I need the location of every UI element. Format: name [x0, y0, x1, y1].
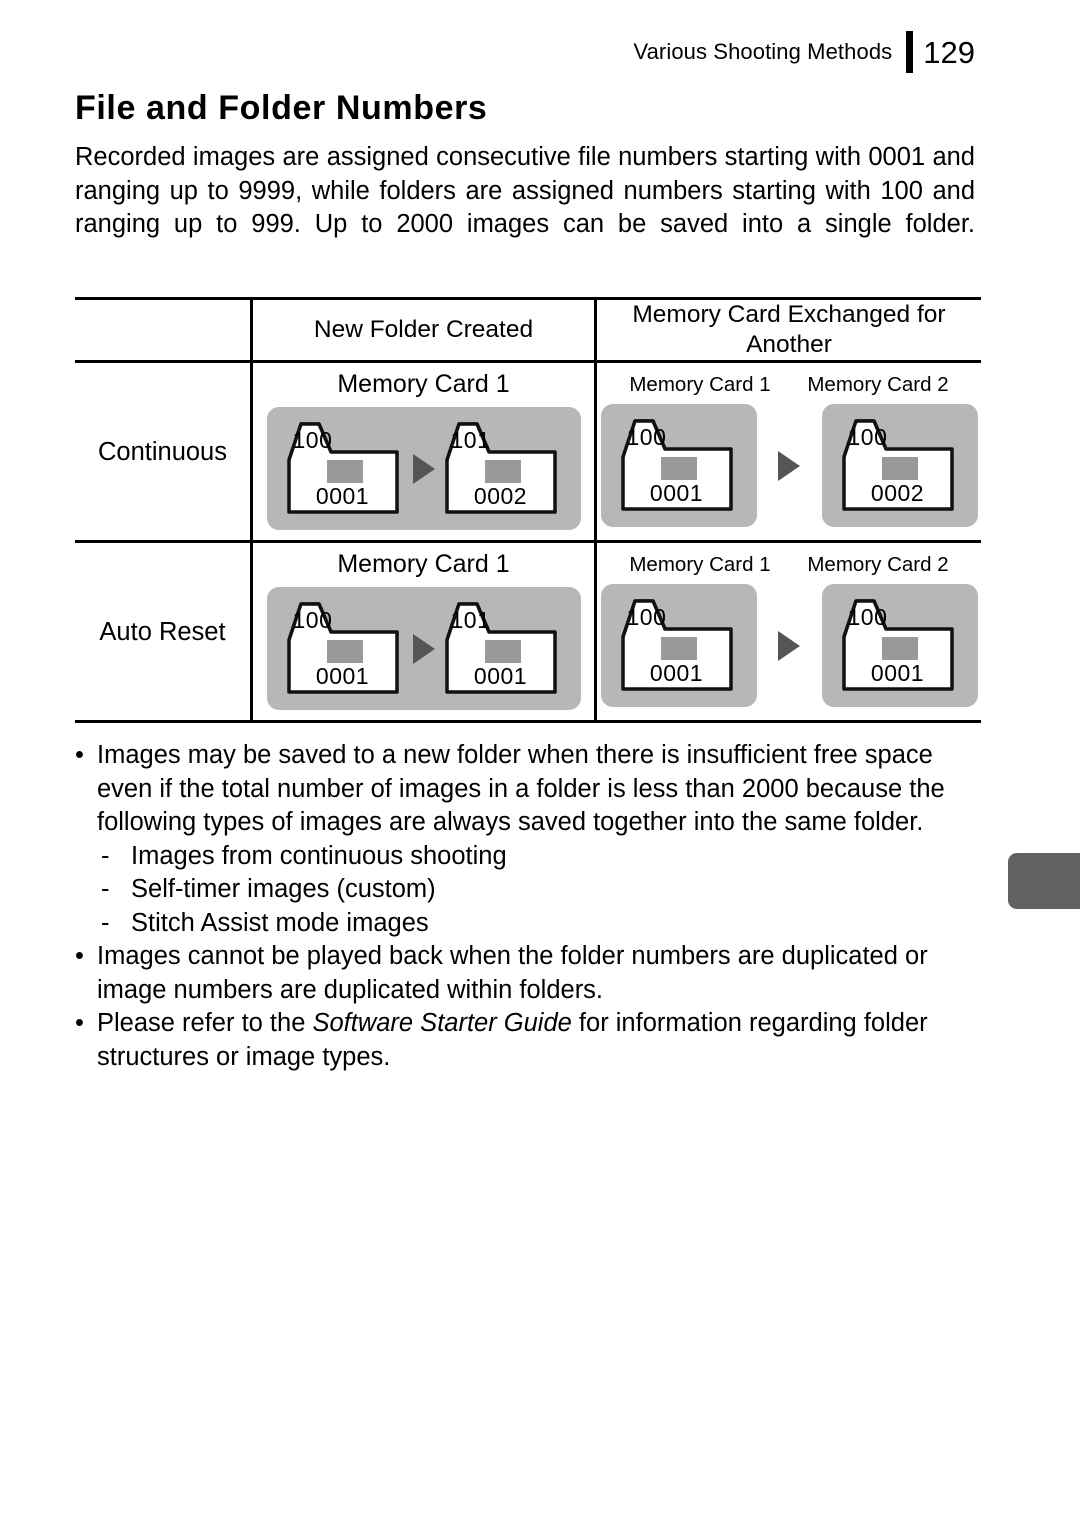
dash-marker-icon: - — [101, 841, 110, 870]
bullet-marker-icon: • — [75, 1009, 84, 1038]
list-item: - Images from continuous shooting — [75, 840, 975, 874]
file-number-label: 0001 — [473, 663, 528, 690]
list-item: - Self-timer images (custom) — [75, 873, 975, 907]
notes-list: • Images may be saved to a new folder wh… — [75, 739, 975, 1074]
folder-diagram-panel: 100 0001 — [600, 404, 757, 528]
chapter-edge-tab — [1008, 853, 1080, 909]
header-divider-rule — [906, 31, 914, 73]
folder-icon: 101 0001 — [443, 600, 563, 697]
guide-reference-title: Software Starter Guide — [312, 1009, 572, 1038]
note-subtext: Stitch Assist mode images — [131, 908, 429, 937]
header-section-title: Various Shooting Methods — [633, 39, 893, 64]
image-thumbnail-icon — [660, 457, 697, 481]
image-thumbnail-icon — [326, 460, 363, 484]
arrow-right-icon — [778, 450, 800, 481]
row-label-continuous: Continuous — [75, 360, 252, 544]
image-thumbnail-icon — [484, 460, 521, 484]
folder-icon: 100 0001 — [840, 597, 960, 694]
sub-head-memory-card: Memory Card 1 — [337, 370, 510, 399]
folder-diagram-panel: 100 0002 — [821, 404, 978, 528]
folder-number-label: 100 — [292, 427, 333, 454]
file-number-label: 0002 — [870, 480, 925, 507]
folder-number-label: 100 — [847, 424, 888, 451]
image-thumbnail-icon — [660, 637, 697, 661]
folder-number-label: 100 — [626, 604, 667, 631]
sub-head-memory-card-right: Memory Card 2 — [807, 373, 949, 397]
bullet-marker-icon: • — [75, 741, 84, 770]
cell-continuous-new-folder: Memory Card 1 100 0001 101 0002 — [250, 360, 596, 544]
dash-marker-icon: - — [101, 875, 110, 904]
table-row: Continuous Memory Card 1 100 0001 101 00… — [75, 360, 981, 544]
note-text-with-reference: Please refer to the Software Starter Gui… — [97, 1007, 975, 1074]
table-header-row: New Folder Created Memory Card Exchanged… — [75, 297, 981, 364]
list-item: • Images cannot be played back when the … — [75, 940, 975, 1007]
page-content: File and Folder Numbers Recorded images … — [75, 89, 981, 1074]
file-number-label: 0001 — [649, 480, 704, 507]
note-text: Images cannot be played back when the fo… — [97, 942, 928, 1004]
folder-diagram-panel: 100 0001 101 — [266, 587, 581, 711]
folder-icon: 100 0001 — [619, 597, 739, 694]
arrow-right-icon — [412, 453, 435, 484]
note-subtext: Images from continuous shooting — [131, 841, 507, 870]
image-thumbnail-icon — [881, 457, 918, 481]
folder-icon: 100 0002 — [840, 417, 960, 514]
header-cell-card-exchanged: Memory Card Exchanged for Another — [594, 297, 981, 364]
file-number-label: 0001 — [315, 483, 370, 510]
file-folder-numbering-table: New Folder Created Memory Card Exchanged… — [75, 297, 981, 724]
arrow-right-icon — [412, 633, 435, 664]
sub-head-memory-card-left: Memory Card 1 — [629, 553, 771, 577]
image-thumbnail-icon — [326, 640, 363, 664]
folder-icon: 100 0001 — [619, 417, 739, 514]
page-title: File and Folder Numbers — [75, 89, 488, 127]
running-header: Various Shooting Methods 129 — [633, 30, 975, 74]
sub-head-memory-card-right: Memory Card 2 — [807, 553, 949, 577]
header-cell-blank — [75, 297, 252, 364]
dash-marker-icon: - — [101, 908, 110, 937]
folder-number-label: 100 — [847, 604, 888, 631]
row-label-auto-reset: Auto Reset — [75, 540, 252, 724]
folder-number-label: 101 — [450, 607, 491, 634]
image-thumbnail-icon — [484, 640, 521, 664]
folder-icon: 100 0001 — [285, 420, 405, 517]
folder-diagram-panel: 100 0001 101 — [266, 407, 581, 531]
sub-head-memory-card-left: Memory Card 1 — [629, 373, 771, 397]
folder-number-label: 100 — [626, 424, 667, 451]
header-cell-new-folder: New Folder Created — [250, 297, 596, 364]
image-thumbnail-icon — [881, 637, 918, 661]
arrow-right-icon — [778, 630, 800, 661]
folder-diagram-panel: 100 0001 — [821, 584, 978, 708]
note-subtext: Self-timer images (custom) — [131, 875, 436, 904]
file-number-label: 0001 — [315, 663, 370, 690]
folder-icon: 100 0001 — [285, 600, 405, 697]
folder-number-label: 101 — [450, 427, 491, 454]
file-number-label: 0002 — [473, 483, 528, 510]
list-item: • Please refer to the Software Starter G… — [75, 1007, 975, 1074]
folder-number-label: 100 — [292, 607, 333, 634]
folder-diagram-panel: 100 0001 — [600, 584, 757, 708]
list-item: - Stitch Assist mode images — [75, 907, 975, 941]
bullet-marker-icon: • — [75, 942, 84, 971]
file-number-label: 0001 — [649, 660, 704, 687]
sub-head-memory-card: Memory Card 1 — [337, 550, 510, 579]
cell-continuous-card-exchanged: Memory Card 1 Memory Card 2 100 0001 100… — [594, 360, 981, 544]
table-row: Auto Reset Memory Card 1 100 0001 101 00… — [75, 540, 981, 724]
note-text-pre: Please refer to the — [97, 1009, 313, 1038]
intro-paragraph: Recorded images are assigned consecutive… — [75, 143, 975, 239]
cell-auto-reset-card-exchanged: Memory Card 1 Memory Card 2 100 0001 100… — [594, 540, 981, 724]
note-text: Images may be saved to a new folder when… — [97, 741, 945, 837]
list-item: • Images may be saved to a new folder wh… — [75, 739, 975, 840]
file-number-label: 0001 — [870, 660, 925, 687]
cell-auto-reset-new-folder: Memory Card 1 100 0001 101 0001 — [250, 540, 596, 724]
page-number: 129 — [923, 34, 975, 70]
folder-icon: 101 0002 — [443, 420, 563, 517]
